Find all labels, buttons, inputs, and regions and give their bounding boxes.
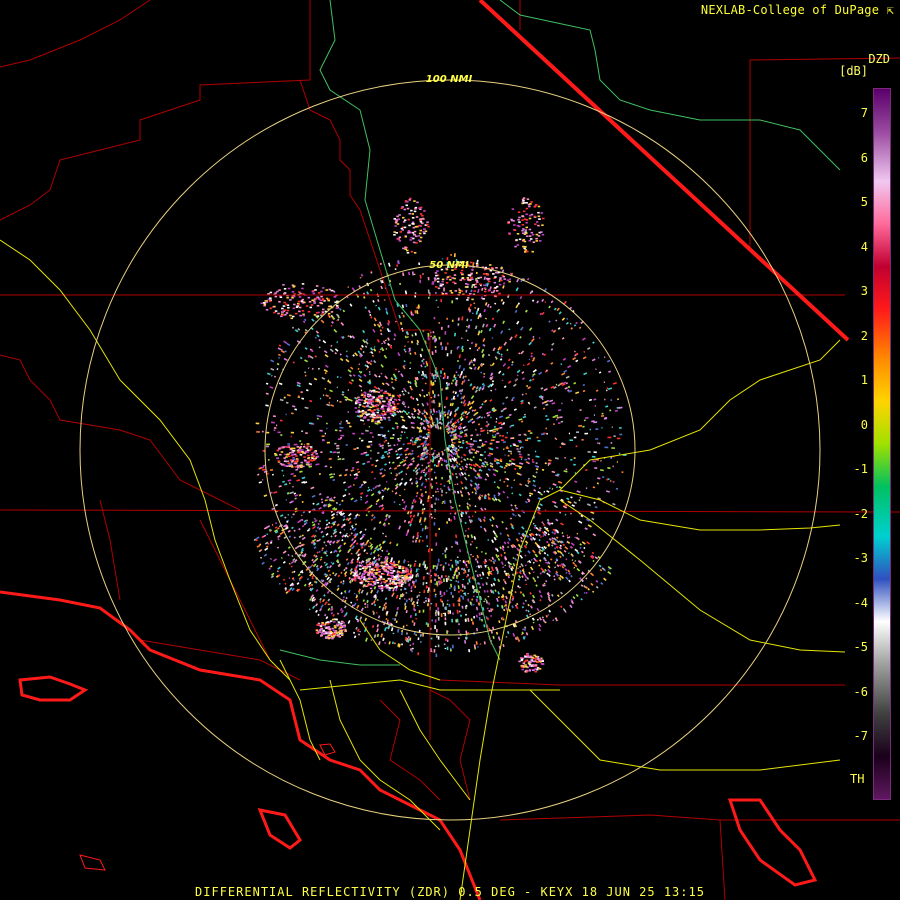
- radar-map: 100 NMI 50 NMI: [0, 0, 900, 900]
- color-scale-tick: 4: [860, 239, 868, 254]
- colorbar-units: [dB]: [839, 64, 868, 78]
- color-scale-tick: -2: [853, 506, 868, 521]
- threshold-label: TH: [850, 772, 865, 786]
- range-rings: [79, 79, 821, 821]
- color-scale-tick: -6: [853, 684, 868, 699]
- color-scale-tick: -3: [853, 551, 868, 565]
- product-code: DZD: [868, 52, 890, 66]
- color-scale-tick: 3: [860, 284, 868, 298]
- highways: [0, 239, 846, 900]
- credit-label: NEXLAB-College of DuPage ⇱: [700, 3, 894, 17]
- color-scale-tick: 1: [860, 373, 868, 387]
- color-scale-tick: 0: [860, 417, 868, 432]
- color-scale-bar: [873, 88, 891, 800]
- county-boundaries: [0, 0, 900, 900]
- range-ring-label-50: 50 NMI: [429, 260, 469, 271]
- range-ring-100: [79, 79, 821, 821]
- color-scale-tick: 5: [860, 195, 868, 209]
- color-scale-tick: 7: [860, 106, 868, 120]
- range-ring-label-100: 100 NMI: [426, 74, 473, 85]
- color-scale-tick: -7: [853, 729, 868, 743]
- color-scale-tick: -4: [853, 595, 868, 610]
- color-scale-tick: 6: [860, 150, 868, 165]
- color-scale-tick: 2: [860, 328, 868, 343]
- island-outlines: [79, 743, 336, 871]
- color-scale-tick: -1: [853, 462, 868, 476]
- external-link-icon: ⇱: [886, 3, 894, 17]
- product-description: DIFFERENTIAL REFLECTIVITY (ZDR) 0.5 DEG …: [195, 885, 705, 899]
- color-scale-tick: -5: [853, 640, 868, 654]
